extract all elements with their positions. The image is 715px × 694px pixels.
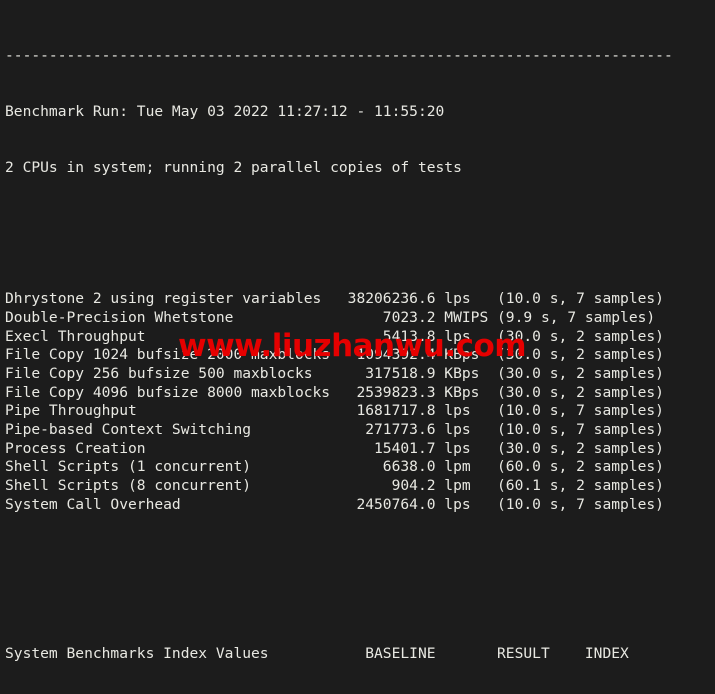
raw-result-row: Dhrystone 2 using register variables 382…: [5, 290, 664, 308]
raw-result-row: Pipe Throughput 1681717.8 lps (10.0 s, 7…: [5, 402, 664, 420]
raw-result-row: Pipe-based Context Switching 271773.6 lp…: [5, 421, 664, 438]
raw-result-row: File Copy 1024 bufsize 2000 maxblocks 10…: [5, 346, 664, 364]
benchmark-run-line: Benchmark Run: Tue May 03 2022 11:27:12 …: [5, 103, 445, 121]
top-rule: ----------------------------------------…: [5, 47, 673, 65]
raw-result-row: Shell Scripts (8 concurrent) 904.2 lpm (…: [5, 477, 664, 495]
raw-result-row: File Copy 4096 bufsize 8000 maxblocks 25…: [5, 383, 664, 401]
index-table-header: System Benchmarks Index Values BASELINE …: [5, 645, 629, 663]
raw-result-row: Process Creation 15401.7 lps (30.0 s, 2 …: [5, 439, 664, 457]
terminal-window[interactable]: ----------------------------------------…: [0, 0, 715, 694]
raw-result-row: Shell Scripts (1 concurrent) 6638.0 lpm …: [5, 458, 664, 476]
raw-results-block: Dhrystone 2 using register variables 382…: [5, 290, 673, 514]
raw-result-row: File Copy 256 bufsize 500 maxblocks 3175…: [5, 364, 664, 382]
raw-result-row: System Call Overhead 2450764.0 lps (10.0…: [5, 495, 664, 513]
raw-result-row: Execl Throughput 5413.8 lps (30.0 s, 2 s…: [5, 327, 664, 345]
terminal-screen: ----------------------------------------…: [5, 0, 673, 694]
raw-result-row: Double-Precision Whetstone 7023.2 MWIPS …: [5, 308, 656, 326]
cpu-info-line: 2 CPUs in system; running 2 parallel cop…: [5, 159, 462, 177]
